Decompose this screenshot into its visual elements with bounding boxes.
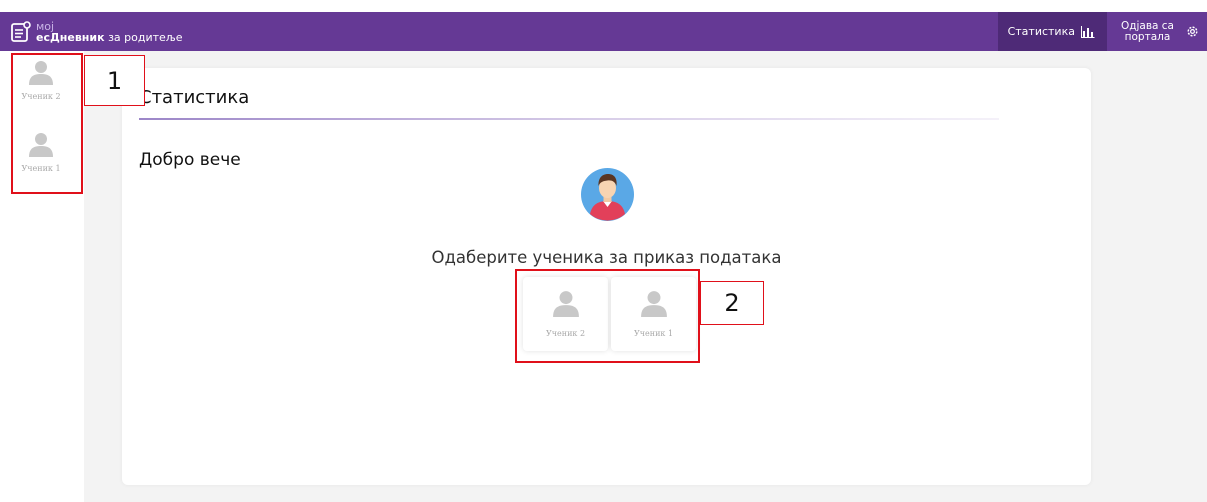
logout-line-2: портала bbox=[1124, 30, 1171, 43]
annotation-label-2: 2 bbox=[700, 281, 764, 325]
page-title: Статистика bbox=[139, 87, 250, 108]
settings-button[interactable] bbox=[1182, 12, 1207, 51]
logout-button[interactable]: Одјава са портала bbox=[1107, 12, 1182, 51]
gear-icon bbox=[1187, 26, 1198, 37]
brand-name: есДневник bbox=[36, 30, 105, 44]
annotation-box-1 bbox=[11, 53, 83, 194]
parent-avatar-icon bbox=[581, 168, 634, 221]
notebook-icon bbox=[11, 20, 31, 42]
annotation-label-1: 1 bbox=[84, 55, 145, 106]
top-navigation-bar: мој есДневник за родитеље Статистика Одј… bbox=[0, 12, 1207, 51]
greeting-text: Добро вече bbox=[139, 150, 241, 170]
logout-line-1: Одјава са bbox=[1120, 19, 1174, 32]
brand-suffix: за родитеље bbox=[108, 30, 183, 44]
brand-logo[interactable]: мој есДневник за родитеље bbox=[10, 12, 183, 51]
statistics-button[interactable]: Статистика bbox=[997, 12, 1107, 51]
select-student-prompt: Одаберите ученика за приказ података bbox=[431, 248, 782, 267]
annotation-box-2 bbox=[515, 269, 700, 363]
statistics-label: Статистика bbox=[1007, 25, 1075, 38]
title-divider bbox=[139, 118, 999, 120]
bar-chart-icon bbox=[1080, 25, 1095, 38]
